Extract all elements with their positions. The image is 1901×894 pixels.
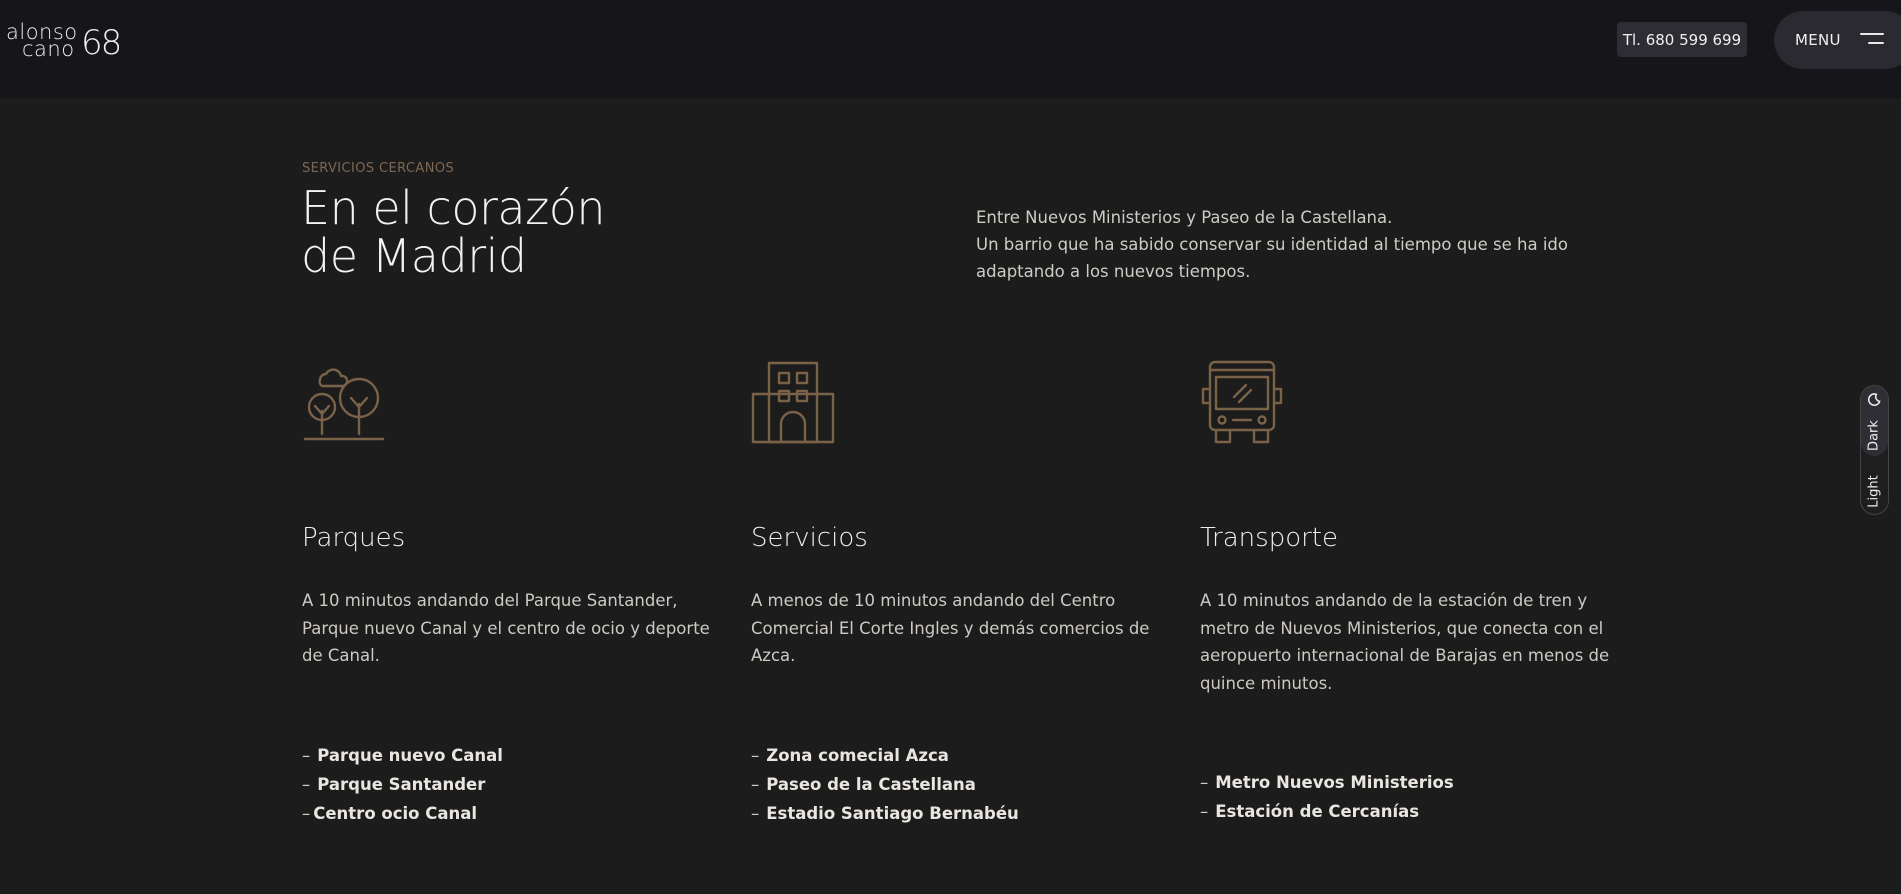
logo-word-2: cano xyxy=(22,37,75,61)
building-icon xyxy=(751,360,835,444)
description-line-2: Un barrio que ha sabido conservar su ide… xyxy=(976,235,1568,281)
heading-line-1: En el corazón xyxy=(301,181,606,235)
list-item: – Zona comecial Azca xyxy=(751,746,949,765)
section-description: Entre Nuevos Ministerios y Paseo de la C… xyxy=(976,204,1576,285)
theme-dark-label: Dark xyxy=(1866,420,1882,451)
list-item: – Estación de Cercanías xyxy=(1200,802,1420,821)
column-description: A 10 minutos andando del Parque Santande… xyxy=(302,591,710,665)
site-header: alonso cano 68 Tl. 680 599 699 MENU xyxy=(0,0,1901,98)
list-item: – Parque nuevo Canal xyxy=(302,746,503,765)
menu-label: MENU xyxy=(1795,31,1841,49)
moon-icon xyxy=(1867,393,1881,406)
column-title: Transporte xyxy=(1200,523,1338,553)
column-description: A 10 minutos andando de la estación de t… xyxy=(1200,591,1610,693)
column-title: Parques xyxy=(302,523,406,553)
description-line-1: Entre Nuevos Ministerios y Paseo de la C… xyxy=(976,208,1393,227)
column-list: – Parque nuevo Canal – Parque Santander – C… xyxy=(302,741,503,828)
heading-line-2: de Madrid xyxy=(301,229,527,283)
feature-column-transporte: Transporte A 10 minutos andando de la es… xyxy=(1200,360,1610,821)
feature-column-servicios: Servicios A menos de 10 minutos andando … xyxy=(751,360,1161,823)
bus-icon xyxy=(1200,360,1284,444)
list-item: – Paseo de la Castellana xyxy=(751,775,976,794)
list-item: – Estadio Santiago Bernabéu xyxy=(751,804,1019,823)
column-title: Servicios xyxy=(751,523,868,553)
phone-button[interactable]: Tl. 680 599 699 xyxy=(1617,22,1747,57)
feature-column-parques: Parques A 10 minutos andando del Parque … xyxy=(302,360,712,823)
logo-number: 68 xyxy=(81,23,122,63)
site-logo[interactable]: alonso cano 68 xyxy=(6,22,126,63)
list-item: – Parque Santander xyxy=(302,775,486,794)
park-trees-icon xyxy=(302,360,386,444)
theme-dark-option[interactable]: Dark xyxy=(1861,386,1888,456)
theme-toggle: Dark Light xyxy=(1860,385,1889,515)
menu-button[interactable]: MENU xyxy=(1774,11,1901,69)
hamburger-icon xyxy=(1860,33,1884,47)
list-item: – Metro Nuevos Ministerios xyxy=(1200,773,1454,792)
column-description: A menos de 10 minutos andando del Centro… xyxy=(751,591,1150,665)
column-list: – Zona comecial Azca – Paseo de la Castell… xyxy=(751,741,1019,828)
theme-light-option[interactable]: Light xyxy=(1867,472,1882,512)
list-item: – Centro ocio Canal xyxy=(302,804,478,823)
column-list: – Metro Nuevos Ministerios – Estación de C… xyxy=(1200,768,1454,826)
section-heading: En el corazón de Madrid xyxy=(301,184,701,280)
section-eyebrow: SERVICIOS CERCANOS xyxy=(302,161,455,176)
